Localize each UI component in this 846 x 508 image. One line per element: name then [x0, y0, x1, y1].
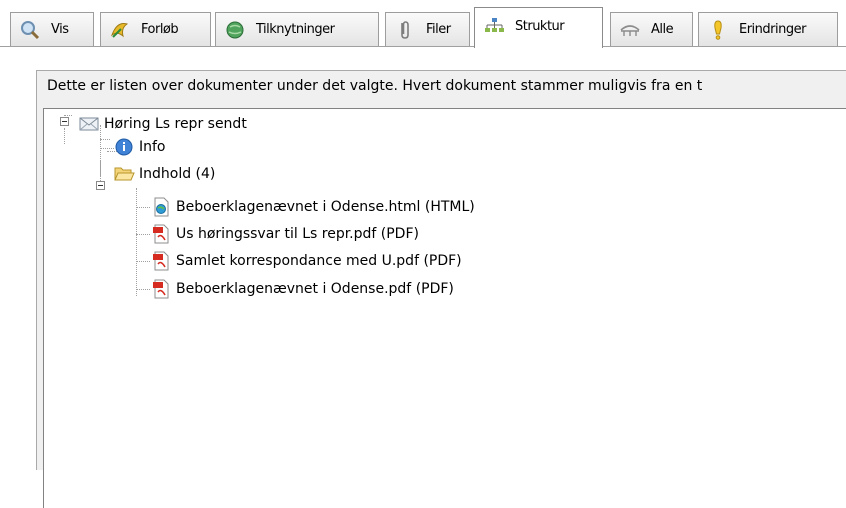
- reminder-icon: [707, 19, 729, 41]
- tab-label: Erindringer: [739, 22, 806, 37]
- tree-node-info[interactable]: Info: [113, 135, 166, 159]
- pdf-file-icon: [150, 223, 172, 245]
- description-text: Dette er listen over dokumenter under de…: [47, 78, 703, 94]
- pdf-file-icon: [150, 250, 172, 272]
- tree-node-label: Info: [139, 139, 166, 155]
- tree-connector: [136, 207, 150, 208]
- tab-erindringer[interactable]: Erindringer: [698, 12, 838, 46]
- tree-node-root[interactable]: Høring Ls repr sendt: [78, 112, 247, 136]
- tab-label: Tilknytninger: [256, 22, 335, 37]
- collapse-toggle[interactable]: [96, 181, 105, 190]
- tree-node-file[interactable]: Beboerklagenævnet i Odense.pdf (PDF): [150, 277, 454, 301]
- tree-connector: [100, 125, 101, 185]
- magnifier-icon: [19, 19, 41, 41]
- tree-node-label: Samlet korrespondance med U.pdf (PDF): [176, 253, 462, 269]
- tree-connector: [136, 188, 137, 296]
- tree-connector: [136, 234, 150, 235]
- structure-panel: Dette er listen over dokumenter under de…: [36, 70, 846, 508]
- info-icon: [113, 136, 135, 158]
- tab-alle[interactable]: Alle: [610, 12, 693, 46]
- tab-vis[interactable]: Vis: [10, 12, 94, 46]
- tree-connector: [100, 148, 114, 149]
- history-icon: [109, 19, 131, 41]
- tree-connector: [136, 261, 150, 262]
- tree-connector: [64, 128, 65, 144]
- tree-node-label: Us høringssvar til Ls repr.pdf (PDF): [176, 226, 419, 242]
- paperclip-icon: [394, 19, 416, 41]
- tab-label: Vis: [51, 22, 69, 37]
- tree-node-label: Beboerklagenævnet i Odense.pdf (PDF): [176, 281, 454, 297]
- collapse-toggle[interactable]: [60, 117, 69, 126]
- tree-connector: [136, 289, 150, 290]
- structure-icon: [483, 15, 505, 37]
- tree-connector: [100, 139, 110, 140]
- tree-node-label: Indhold (4): [139, 166, 216, 182]
- tree-node-label: Høring Ls repr sendt: [104, 116, 247, 132]
- tab-strip: Vis Forløb Tilknytninger Filer Struktur …: [0, 0, 846, 48]
- tab-label: Struktur: [515, 18, 565, 34]
- tree-node-file[interactable]: Beboerklagenævnet i Odense.html (HTML): [150, 195, 475, 219]
- tree-node-file[interactable]: Samlet korrespondance med U.pdf (PDF): [150, 249, 462, 273]
- tab-filer[interactable]: Filer: [385, 12, 470, 46]
- tab-struktur[interactable]: Struktur: [474, 7, 603, 48]
- tree-node-label: Beboerklagenævnet i Odense.html (HTML): [176, 199, 475, 215]
- email-icon: [78, 113, 100, 135]
- tab-label: Filer: [426, 22, 451, 37]
- tab-forlob[interactable]: Forløb: [100, 12, 211, 46]
- tree-node-file[interactable]: Us høringssvar til Ls repr.pdf (PDF): [150, 222, 419, 246]
- tab-label: Alle: [651, 22, 674, 37]
- html-file-icon: [150, 196, 172, 218]
- bridge-icon: [619, 19, 641, 41]
- tree-connector: [64, 115, 72, 116]
- pdf-file-icon: [150, 278, 172, 300]
- tab-label: Forløb: [141, 22, 179, 37]
- tab-tilknytninger[interactable]: Tilknytninger: [215, 12, 379, 46]
- tree-node-folder[interactable]: Indhold (4): [113, 162, 215, 186]
- document-tree[interactable]: Høring Ls repr sendt Info Indhold (4) Be…: [43, 108, 846, 508]
- globe-link-icon: [224, 19, 246, 41]
- folder-open-icon: [113, 163, 135, 185]
